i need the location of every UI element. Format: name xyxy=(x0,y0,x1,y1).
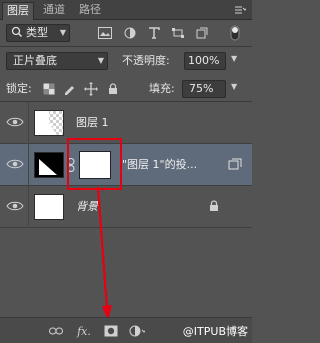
column-divider xyxy=(28,186,29,228)
tab-layers[interactable]: 图层 xyxy=(2,2,34,20)
watermark-text: @ITPUB博客 xyxy=(182,325,248,338)
fill-label: 填充: xyxy=(149,82,175,95)
link-layers-icon[interactable] xyxy=(48,324,64,338)
layer-name[interactable]: 图层 1 xyxy=(76,116,109,130)
panel-menu-icon[interactable] xyxy=(234,5,248,15)
fill-slider-arrow-icon[interactable]: ▼ xyxy=(231,82,237,91)
lock-icon xyxy=(209,200,219,212)
chevron-down-icon: ▼ xyxy=(59,28,66,37)
lock-position-icon[interactable] xyxy=(82,82,100,96)
layer-thumbnail xyxy=(34,110,64,136)
layer-thumbnail xyxy=(34,152,64,178)
layer-row-background[interactable]: 背景 xyxy=(0,186,252,228)
blend-mode-value: 正片叠底 xyxy=(13,54,57,67)
layer-row[interactable]: 图层 1 xyxy=(0,102,252,144)
filter-kind-label: 类型 xyxy=(26,26,48,39)
opacity-slider-arrow-icon[interactable]: ▼ xyxy=(231,54,237,63)
lock-pixels-icon[interactable] xyxy=(60,82,78,96)
lock-all-icon[interactable] xyxy=(104,82,122,96)
column-divider xyxy=(28,102,29,144)
eye-icon[interactable] xyxy=(6,115,24,129)
annotation-arrow xyxy=(96,186,112,321)
filter-kind-select[interactable]: 类型 ▼ xyxy=(6,24,70,42)
filter-pixel-icon[interactable] xyxy=(96,26,114,40)
opacity-input[interactable]: 100% xyxy=(184,52,226,70)
lock-label: 锁定: xyxy=(6,82,32,95)
smart-object-icon xyxy=(228,158,242,170)
opacity-value: 100% xyxy=(188,54,220,67)
filter-type-icon[interactable] xyxy=(145,26,163,40)
eye-icon[interactable] xyxy=(6,199,24,213)
panel-tab-bar: 图层 通道 路径 xyxy=(0,0,252,20)
column-divider xyxy=(28,144,29,186)
filter-shape-icon[interactable] xyxy=(169,26,187,40)
fill-input[interactable]: 75% xyxy=(182,80,226,98)
filter-adjustment-icon[interactable] xyxy=(121,26,139,40)
layer-thumbnail xyxy=(34,194,64,220)
layers-list: 图层 1 "图层 1"的投... 背景 xyxy=(0,102,252,317)
blend-mode-select[interactable]: 正片叠底 ▼ xyxy=(6,52,108,70)
tab-paths[interactable]: 路径 xyxy=(74,2,106,20)
chevron-down-icon: ▼ xyxy=(97,56,104,65)
panel-bottom-bar: fx. @ITPUB博客 xyxy=(0,317,252,343)
annotation-highlight-box xyxy=(67,138,122,190)
eye-icon[interactable] xyxy=(6,157,24,171)
adjustment-layer-icon[interactable] xyxy=(128,324,146,338)
filter-toggle-icon[interactable] xyxy=(226,24,244,42)
tab-channels[interactable]: 通道 xyxy=(38,2,70,20)
lock-transparent-icon[interactable] xyxy=(40,82,58,96)
filter-smart-object-icon[interactable] xyxy=(193,26,211,40)
fill-value: 75% xyxy=(189,82,214,95)
search-icon xyxy=(11,26,23,43)
fx-button[interactable]: fx. xyxy=(74,324,94,338)
add-mask-icon[interactable] xyxy=(103,324,119,338)
divider xyxy=(0,46,252,47)
layer-row-selected[interactable]: "图层 1"的投... xyxy=(0,144,252,186)
opacity-label: 不透明度: xyxy=(122,54,170,67)
layer-name[interactable]: "图层 1"的投... xyxy=(122,158,197,172)
